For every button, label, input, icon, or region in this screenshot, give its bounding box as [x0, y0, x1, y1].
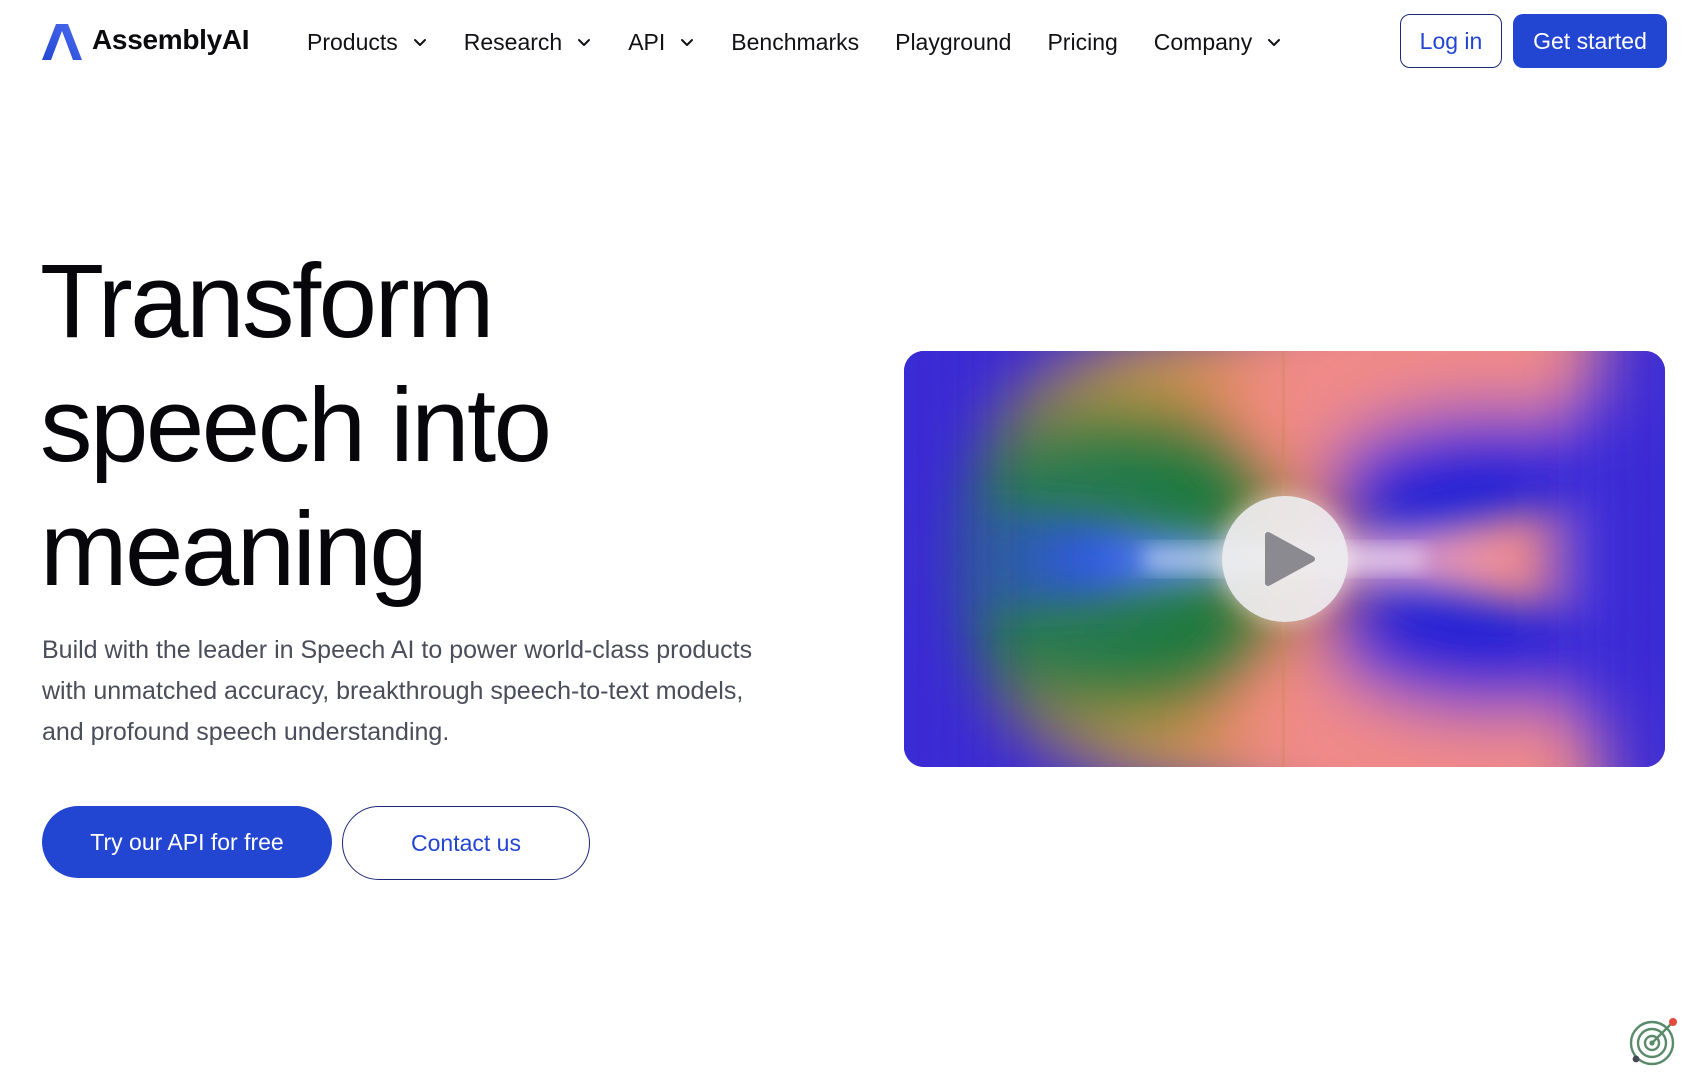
- hero-title-line: Transform: [40, 243, 495, 360]
- hero-title: Transform speech into meaning: [40, 240, 800, 612]
- chevron-down-icon: [578, 39, 591, 46]
- nav-item-playground[interactable]: Playground: [895, 29, 1011, 56]
- chevron-down-icon: [413, 39, 426, 46]
- nav-item-research[interactable]: Research: [464, 29, 592, 56]
- nav-item-company[interactable]: Company: [1154, 29, 1282, 56]
- hero-subtitle-line: and profound speech understanding.: [42, 718, 450, 746]
- brand-name: AssemblyAI: [92, 24, 250, 55]
- contact-us-button[interactable]: Contact us: [342, 806, 590, 880]
- nav-item-api[interactable]: API: [628, 29, 695, 56]
- hero-title-line: speech into: [40, 367, 552, 484]
- chevron-down-icon: [1268, 39, 1281, 46]
- hero-subtitle-line: Build with the leader in Speech AI to po…: [42, 636, 753, 664]
- assemblyai-logo-icon: [42, 24, 82, 60]
- hero-subtitle-line: with unmatched accuracy, breakthrough sp…: [42, 677, 744, 705]
- help-widget[interactable]: [1628, 1015, 1680, 1067]
- try-api-free-button[interactable]: Try our API for free: [42, 806, 332, 878]
- nav-label: Products: [307, 28, 398, 55]
- nav-label: Benchmarks: [731, 28, 860, 55]
- radar-icon: [1629, 1018, 1677, 1066]
- nav-item-pricing[interactable]: Pricing: [1047, 29, 1117, 56]
- nav-label: Research: [463, 28, 563, 55]
- hero-title-line: meaning: [40, 491, 428, 608]
- chevron-down-icon: [681, 39, 694, 46]
- play-button[interactable]: [1222, 496, 1348, 622]
- nav-item-benchmarks[interactable]: Benchmarks: [731, 29, 859, 56]
- play-icon: [1265, 532, 1315, 586]
- brand-logo[interactable]: AssemblyAI: [40, 20, 250, 64]
- hero-subtitle: Build with the leader in Speech AI to po…: [42, 630, 842, 753]
- nav-item-products[interactable]: Products: [307, 29, 428, 56]
- nav-label: API: [628, 28, 666, 55]
- main-nav: Products Research API Benchmarks Playgro…: [307, 22, 1318, 62]
- site-header: AssemblyAI Products Research API Benchma…: [0, 0, 1687, 84]
- login-button[interactable]: Log in: [1400, 14, 1502, 68]
- nav-label: Company: [1153, 28, 1253, 55]
- nav-label: Playground: [895, 28, 1012, 55]
- get-started-button[interactable]: Get started: [1513, 14, 1667, 68]
- hero-video[interactable]: [904, 351, 1665, 767]
- nav-label: Pricing: [1047, 28, 1118, 55]
